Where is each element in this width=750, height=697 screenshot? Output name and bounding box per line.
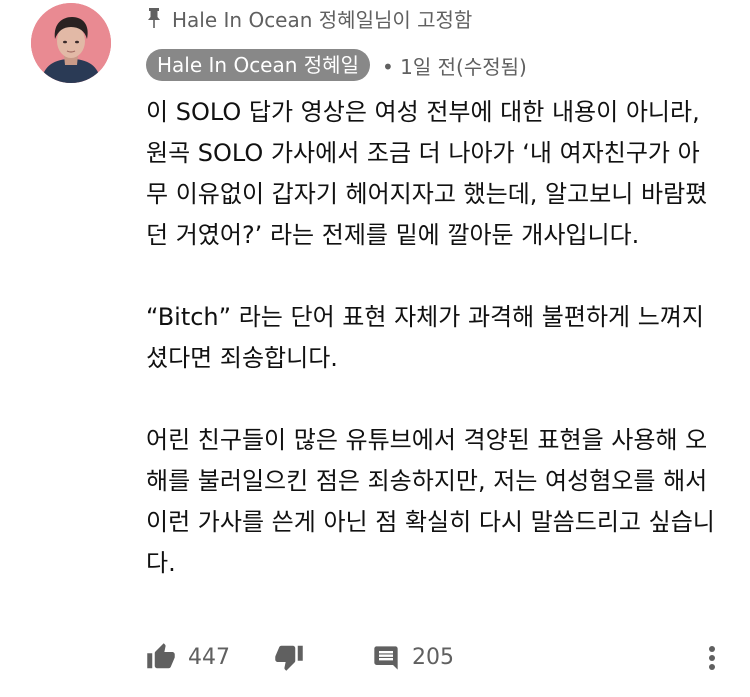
avatar-image <box>31 3 111 83</box>
pinned-text: Hale In Ocean 정혜일님이 고정함 <box>172 7 473 32</box>
reply-count: 205 <box>412 645 454 670</box>
comment-timestamp[interactable]: • 1일 전(수정됨) <box>382 51 527 80</box>
pin-icon <box>148 8 160 28</box>
comment-paragraph-1: 이 SOLO 답가 영상은 여성 전부에 대한 내용이 아니라, 원곡 SOLO… <box>146 98 708 249</box>
author-row: Hale In Ocean 정혜일 • 1일 전(수정됨) <box>146 49 527 81</box>
comment-paragraph-3: 어린 친구들이 많은 유튜브에서 격양된 표현을 사용해 오해를 불러일으킨 점… <box>146 426 715 577</box>
thumb-up-icon[interactable] <box>146 642 176 672</box>
like-count: 447 <box>188 645 230 670</box>
reply-icon[interactable] <box>372 644 400 672</box>
thumb-down-icon[interactable] <box>274 642 304 672</box>
pinned-label: Hale In Ocean 정혜일님이 고정함 <box>146 4 472 32</box>
comment-actions: 447 205 <box>146 640 726 676</box>
avatar[interactable] <box>31 3 111 83</box>
more-vertical-icon[interactable] <box>702 642 722 674</box>
author-name-chip[interactable]: Hale In Ocean 정혜일 <box>146 49 370 81</box>
comment-paragraph-2: “Bitch” 라는 단어 표현 자체가 과격해 불편하게 느껴지셨다면 죄송합… <box>146 303 704 372</box>
comment-text: 이 SOLO 답가 영상은 여성 전부에 대한 내용이 아니라, 원곡 SOLO… <box>146 92 716 584</box>
